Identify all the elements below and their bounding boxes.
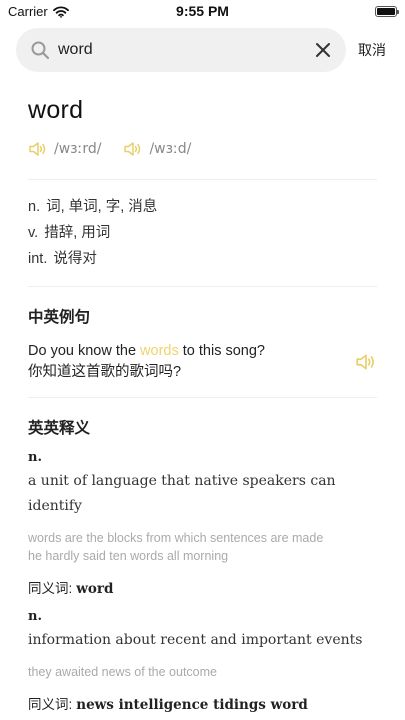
part-of-speech: v.	[28, 225, 39, 241]
search-bar: 取消	[0, 28, 405, 72]
phonetic-text: /wɜːd/	[149, 141, 192, 157]
phonetic-text: /wɜːrd/	[54, 141, 102, 157]
section-title-en-en: 英英释义	[28, 420, 91, 437]
phonetic-us[interactable]: /wɜːrd/	[28, 141, 101, 157]
definitions-list: n. 词, 单词, 字, 消息 v. 措辞, 用词 int. 说得对	[28, 194, 377, 272]
synonym-words[interactable]: word	[76, 581, 113, 597]
headword: word	[28, 96, 84, 124]
definition-item: v. 措辞, 用词	[28, 220, 377, 246]
phonetics-row: /wɜːrd/ /wɜːd/	[28, 141, 377, 157]
status-time: 9:55 PM	[176, 3, 229, 19]
sense-example: words are the blocks from which sentence…	[28, 529, 377, 565]
sense-example-line: he hardly said ten words all morning	[28, 549, 229, 563]
divider	[28, 179, 377, 180]
sense-pos: n.	[28, 450, 42, 465]
battery-icon	[375, 6, 399, 17]
sense-example-line: they awaited news of the outcome	[28, 665, 218, 679]
entry-content[interactable]: word /wɜːrd/ /wɜːd/ n. 词, 单词, 字, 消息 v. 措…	[0, 72, 405, 720]
definition-item: n. 词, 单词, 字, 消息	[28, 194, 377, 220]
example-chinese: 你知道这首歌的歌词吗?	[28, 364, 182, 380]
synonym-label: 同义词:	[28, 581, 73, 596]
divider	[28, 397, 377, 398]
divider	[28, 286, 377, 287]
speaker-icon[interactable]	[123, 141, 143, 157]
definition-meaning: 词, 单词, 字, 消息	[46, 199, 158, 215]
sense-gloss: a unit of language that native speakers …	[28, 473, 336, 514]
highlighted-word: words	[140, 343, 179, 359]
synonyms-row: 同义词: news intelligence tidings word	[28, 693, 377, 713]
sense-item: n. information about recent and importan…	[28, 609, 377, 713]
synonym-label: 同义词:	[28, 697, 73, 712]
phonetic-uk[interactable]: /wɜːd/	[123, 141, 191, 157]
sense-example-line: words are the blocks from which sentence…	[28, 531, 324, 545]
speaker-icon[interactable]	[355, 353, 377, 371]
synonym-words[interactable]: news intelligence tidings word	[76, 697, 308, 713]
example-text-after: to this song?	[178, 343, 265, 359]
section-title-examples: 中英例句	[28, 309, 91, 326]
speaker-icon[interactable]	[28, 141, 48, 157]
sense-pos: n.	[28, 609, 42, 624]
search-input[interactable]	[58, 28, 298, 72]
definition-item: int. 说得对	[28, 246, 377, 272]
definition-meaning: 说得对	[53, 251, 97, 267]
example-text-before: Do you know the	[28, 343, 141, 359]
sense-item: n. a unit of language that native speake…	[28, 450, 377, 597]
part-of-speech: int.	[28, 251, 48, 267]
part-of-speech: n.	[28, 199, 41, 215]
definition-meaning: 措辞, 用词	[44, 225, 111, 241]
status-bar: Carrier 9:55 PM	[0, 0, 405, 24]
sense-example: they awaited news of the outcome	[28, 663, 377, 681]
example-english: Do you know the words to this song?	[28, 341, 265, 362]
cancel-button[interactable]: 取消	[358, 28, 386, 72]
search-icon	[31, 41, 50, 60]
synonyms-row: 同义词: word	[28, 577, 377, 597]
search-field[interactable]	[16, 28, 346, 72]
close-icon[interactable]	[314, 41, 332, 59]
example-sentence: Do you know the words to this song? 你知道这…	[28, 341, 377, 383]
sense-gloss: information about recent and important e…	[28, 632, 363, 648]
